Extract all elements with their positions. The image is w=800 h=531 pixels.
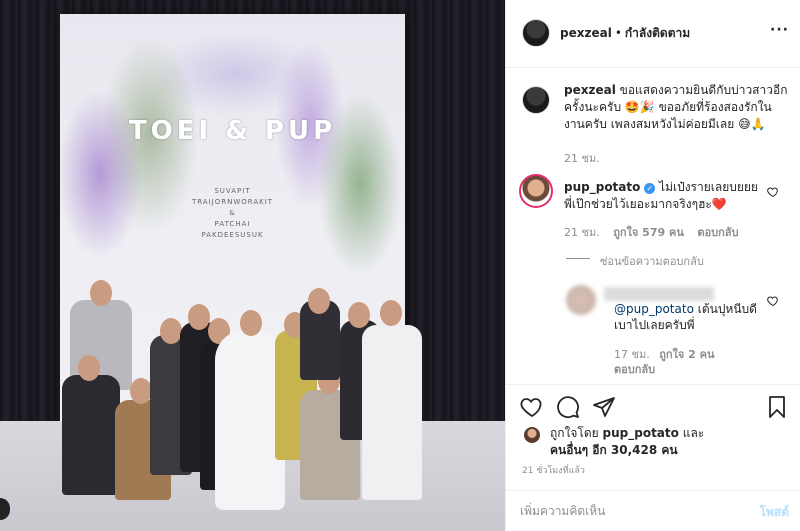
liked-by-others[interactable]: คนอื่นๆ อีก 30,428 คน	[550, 443, 678, 457]
add-comment-bar: โพสต์	[506, 490, 800, 531]
caption-avatar[interactable]	[522, 86, 550, 114]
post-sidebar: pexzeal • กำลังติดตาม ··· pexzeal ขอแสดงคว…	[505, 0, 800, 531]
reply-avatar-blurred[interactable]	[566, 285, 596, 315]
more-options-icon[interactable]: ···	[770, 22, 789, 38]
reply-reply-button[interactable]: ตอบกลับ	[614, 362, 724, 377]
comment-like-heart-icon[interactable]	[767, 186, 779, 198]
reply-username-blurred	[604, 287, 714, 301]
reply-item: @pup_potato เต้นปุหนีบดีเบาไปเลยครับพี่	[614, 301, 764, 333]
post-header: pexzeal • กำลังติดตาม ···	[506, 0, 800, 68]
liked-by-prefix: ถูกใจโดย	[550, 426, 603, 440]
liked-by: ถูกใจโดย pup_potato และ คนอื่นๆ อีก 30,4…	[550, 426, 705, 457]
reply-time: 17 ชม.	[614, 348, 650, 361]
comment-likes[interactable]: ถูกใจ 579 คน	[613, 226, 684, 239]
caption-username[interactable]: pexzeal	[564, 83, 616, 97]
share-paper-plane-icon[interactable]	[592, 395, 616, 419]
caption-time: 21 ชม.	[564, 152, 600, 165]
liker-avatar[interactable]	[524, 427, 540, 443]
author-username[interactable]: pexzeal	[560, 26, 612, 40]
comment-username[interactable]: pup_potato	[564, 180, 640, 194]
post-photo[interactable]: TOEI & PUP SUVAPIT TRAIJORNWORAKIT & PAT…	[0, 0, 505, 531]
reply-likes[interactable]: ถูกใจ 2 คน	[659, 348, 714, 361]
backdrop-title: TOEI & PUP	[128, 116, 337, 146]
verified-badge-icon: ✓	[644, 183, 656, 194]
caption: pexzeal ขอแสดงความยินดีกับบ่าวสาวอีกครั้…	[564, 82, 789, 133]
save-bookmark-icon[interactable]	[765, 395, 789, 419]
author-avatar[interactable]	[522, 19, 550, 47]
comment-reply-button[interactable]: ตอบกลับ	[697, 226, 738, 239]
action-bar: ถูกใจโดย pup_potato และ คนอื่นๆ อีก 30,4…	[506, 384, 800, 499]
reply-mention[interactable]: @pup_potato	[614, 302, 694, 316]
comments-section: pexzeal ขอแสดงความยินดีกับบ่าวสาวอีกครั้…	[506, 69, 800, 384]
comment-avatar[interactable]	[519, 174, 553, 208]
hide-replies-line	[566, 258, 590, 259]
post-timestamp[interactable]: 21 ชั่วโมงที่แล้ว	[522, 463, 585, 477]
reply-meta: 17 ชม. ถูกใจ 2 คน ตอบกลับ	[614, 347, 724, 377]
reply-like-heart-icon[interactable]	[767, 295, 779, 307]
comment-item: pup_potato ✓ ไม่เป๋งรายเลยบยยยพี่เป๊กช่ว…	[564, 179, 764, 213]
backdrop-names: SUVAPIT TRAIJORNWORAKIT & PATCHAI PAKDEE…	[191, 187, 274, 239]
post-comment-button[interactable]: โพสต์	[760, 503, 789, 522]
like-heart-icon[interactable]	[520, 395, 544, 419]
hide-replies-button[interactable]: ซ่อนข้อความตอบกลับ	[600, 252, 704, 270]
comment-bubble-icon[interactable]	[556, 395, 580, 419]
add-comment-input[interactable]	[520, 501, 740, 521]
comment-meta: 21 ชม. ถูกใจ 579 คน ตอบกลับ	[564, 223, 738, 241]
follow-status-button[interactable]: กำลังติดตาม	[625, 26, 690, 40]
comment-time: 21 ชม.	[564, 226, 600, 239]
liked-by-user[interactable]: pup_potato	[603, 426, 679, 440]
author-line: pexzeal • กำลังติดตาม	[560, 26, 691, 40]
